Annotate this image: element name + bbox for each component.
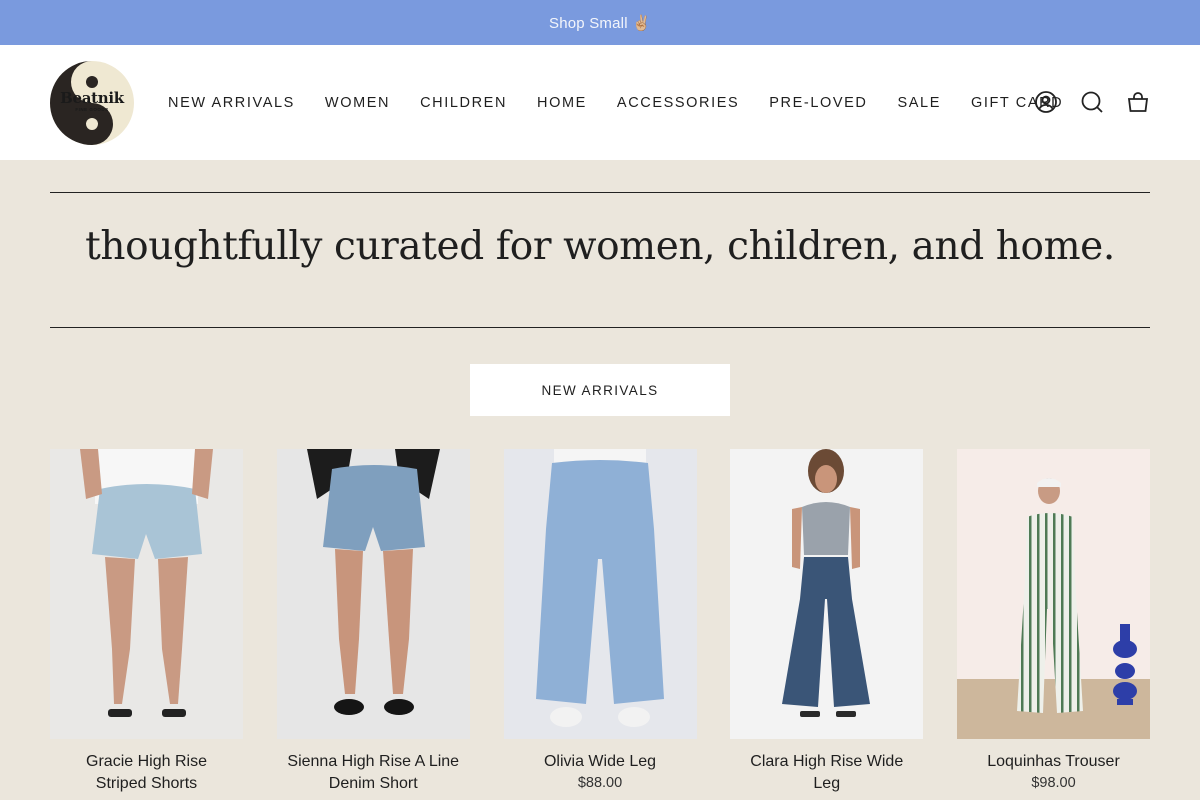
product-name[interactable]: Olivia Wide Leg — [504, 751, 697, 773]
divider-top — [50, 192, 1150, 193]
nav-item-home[interactable]: HOME — [537, 95, 587, 111]
nav-item-accessories[interactable]: ACCESSORIES — [617, 95, 739, 111]
product-price: $88.00 — [577, 775, 623, 791]
announcement-bar[interactable]: Shop Small ✌🏼 — [0, 0, 1200, 45]
product-image-loquinhas-trouser[interactable] — [957, 449, 1150, 739]
product-name[interactable]: Sienna High Rise A Line Denim Short — [277, 751, 470, 795]
account-icon[interactable] — [1034, 90, 1058, 114]
logo-text: Beatnik — [60, 88, 124, 107]
product-name[interactable]: Loquinhas Trouser — [957, 751, 1150, 773]
new-arrivals-button[interactable]: NEW ARRIVALS — [470, 364, 730, 416]
product-image-olivia-wide-leg[interactable] — [503, 449, 697, 739]
product-card[interactable]: Olivia Wide Leg $88.00 — [503, 449, 697, 797]
nav-item-pre-loved[interactable]: PRE-LOVED — [769, 95, 867, 111]
product-grid: Gracie High Rise Striped Shorts Sienna H… — [50, 449, 1150, 797]
product-price: $98.00 — [1031, 775, 1076, 791]
logo-subtext: FINE GOODS — [75, 106, 109, 112]
header-icons — [1034, 90, 1150, 114]
nav-item-new-arrivals[interactable]: NEW ARRIVALS — [168, 95, 295, 111]
divider-bottom — [50, 327, 1150, 328]
product-name[interactable]: Clara High Rise Wide Leg — [730, 751, 923, 795]
nav-item-women[interactable]: WOMEN — [325, 95, 390, 111]
search-icon[interactable] — [1080, 90, 1104, 114]
product-card[interactable]: Loquinhas Trouser $98.00 — [957, 449, 1150, 797]
hero-tagline: thoughtfully curated for women, children… — [85, 224, 1115, 269]
product-card[interactable]: Sienna High Rise A Line Denim Short — [276, 449, 470, 797]
product-card[interactable]: Gracie High Rise Striped Shorts — [50, 449, 243, 797]
product-image-sienna-short[interactable] — [276, 449, 470, 739]
product-name[interactable]: Gracie High Rise Striped Shorts — [50, 751, 243, 795]
product-image-gracie-shorts[interactable] — [50, 449, 243, 739]
main-nav: NEW ARRIVALS WOMEN CHILDREN HOME ACCESSO… — [168, 95, 1063, 111]
cart-icon[interactable] — [1126, 90, 1150, 114]
logo[interactable]: Beatnik FINE GOODS — [50, 60, 134, 145]
product-card[interactable]: Clara High Rise Wide Leg — [730, 449, 924, 797]
product-image-clara-wide-leg[interactable] — [730, 449, 924, 739]
nav-item-sale[interactable]: SALE — [897, 95, 940, 111]
nav-item-children[interactable]: CHILDREN — [420, 95, 507, 111]
announcement-text: Shop Small ✌🏼 — [549, 14, 651, 32]
site-header: Beatnik FINE GOODS NEW ARRIVALS WOMEN CH… — [0, 45, 1200, 160]
